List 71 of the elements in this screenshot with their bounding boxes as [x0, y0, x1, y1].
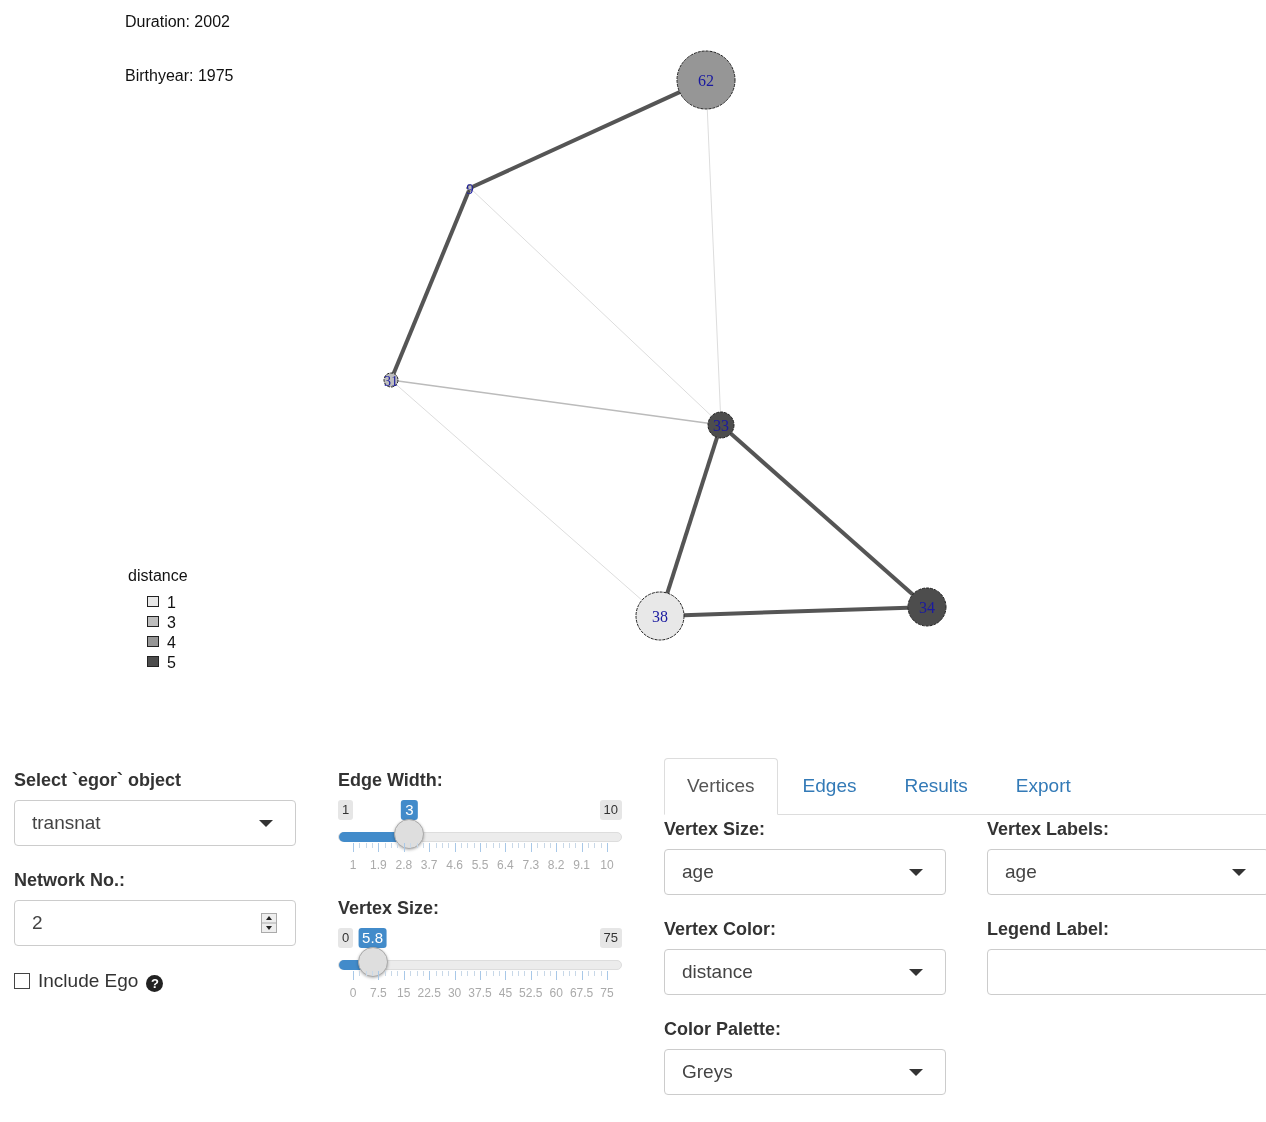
tick-label: 67.5 — [569, 986, 594, 1000]
tick-label: 52.5 — [519, 986, 543, 1000]
field-label: Legend Label: — [987, 919, 1109, 940]
tick-label: 15 — [397, 986, 411, 1000]
dropdown-field[interactable]: age — [664, 849, 946, 895]
tick-label: 45 — [498, 986, 513, 1000]
vertex-label: 62 — [698, 72, 714, 89]
tick-label: 7.5 — [370, 986, 387, 1000]
slider-label: Vertex Size: — [338, 898, 440, 919]
vertex-label: 38 — [652, 608, 668, 625]
tick-label: 4.6 — [446, 858, 463, 872]
tick-label: 37.5 — [468, 986, 492, 1000]
tick-label: 0 — [349, 986, 357, 1000]
help-icon[interactable]: ? — [146, 974, 164, 992]
tick-label: 5.5 — [471, 858, 489, 872]
tick-label: 75 — [600, 986, 614, 1000]
legend-label: 1 — [167, 594, 176, 611]
tick-label: 9.1 — [573, 858, 590, 872]
dropdown-field[interactable]: age — [987, 849, 1266, 895]
object-dropdown[interactable]: transnat — [14, 800, 296, 846]
slider-handle[interactable] — [357, 947, 388, 977]
legend-label: 5 — [167, 654, 176, 671]
field-label: Network No.: — [14, 870, 125, 891]
spinner-icon[interactable] — [261, 913, 277, 933]
tick-label: 10 — [600, 858, 614, 872]
tick-label: 1 — [349, 858, 357, 872]
tab[interactable]: Edges — [779, 758, 880, 814]
dropdown-field[interactable]: Greys — [664, 1049, 946, 1095]
caret-icon — [909, 868, 923, 876]
caret-icon — [259, 819, 273, 827]
field-label: Color Palette: — [664, 1019, 782, 1040]
field-label: Select `egor` object — [14, 770, 182, 791]
tick-label: 6.4 — [497, 858, 514, 872]
caret-icon — [1232, 868, 1246, 876]
slider-min: 1 — [338, 800, 354, 820]
field-label: Vertex Labels: — [987, 819, 1110, 840]
number-field[interactable]: 2 — [14, 900, 296, 946]
slider-handle[interactable] — [394, 819, 425, 849]
caret-icon — [909, 1068, 923, 1076]
legend-title: distance — [128, 567, 188, 584]
vertex-label: 34 — [919, 599, 935, 616]
tick-label: 22.5 — [417, 986, 441, 1000]
slider-label: Edge Width: — [338, 770, 443, 791]
tick-label: 8.2 — [547, 858, 565, 872]
slider-max: 10 — [599, 800, 622, 820]
slider-value: 5.8 — [358, 928, 387, 948]
checkbox-label[interactable]: Include Ego — [38, 970, 139, 992]
slider-max: 75 — [599, 928, 622, 948]
tick-label: 30 — [447, 986, 462, 1000]
slider-min: 0 — [338, 928, 354, 948]
caret-icon — [909, 968, 923, 976]
field-label: Vertex Size: — [664, 819, 766, 840]
plot-annotation: Birthyear: 1975 — [125, 67, 234, 84]
text-field[interactable] — [987, 949, 1266, 995]
tab[interactable]: Export — [992, 758, 1094, 814]
legend-label: 4 — [167, 634, 176, 651]
checkbox[interactable] — [14, 973, 30, 989]
tick-label: 7.3 — [522, 858, 540, 872]
dropdown-field[interactable]: distance — [664, 949, 946, 995]
tick-label: 2.8 — [395, 858, 413, 872]
plot-annotation: Duration: 2002 — [125, 13, 230, 30]
tick-label: 1.9 — [370, 858, 387, 872]
tick-label: 3.7 — [420, 858, 438, 872]
vertex-label: 33 — [713, 417, 729, 434]
slider-value: 3 — [401, 800, 418, 820]
tick-label: 60 — [549, 986, 563, 1000]
tab[interactable]: Results — [881, 758, 991, 814]
field-label: Vertex Color: — [664, 919, 777, 940]
legend-label: 3 — [167, 614, 176, 631]
vertex-label: 31 — [384, 374, 398, 389]
tab[interactable]: Vertices — [664, 758, 778, 815]
